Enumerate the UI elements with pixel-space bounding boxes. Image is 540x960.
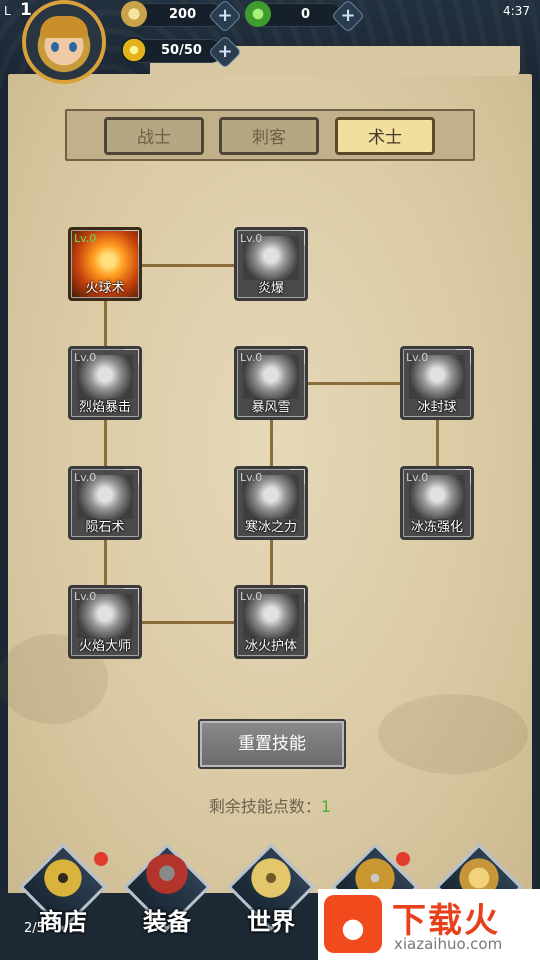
player-avatar[interactable] bbox=[22, 0, 106, 84]
page-indicator: 2/5 bbox=[24, 921, 45, 936]
skill-level: Lv.0 bbox=[240, 590, 263, 603]
coins-value: 200 bbox=[169, 7, 197, 22]
skill-frame-corner bbox=[124, 469, 139, 484]
coins-display: 200 bbox=[121, 1, 222, 27]
watermark-url: xiazaihuo.com bbox=[394, 935, 503, 953]
tab-assassin[interactable]: 刺客 bbox=[219, 117, 319, 155]
skill-frost-power[interactable]: Lv.0 寒冰之力 bbox=[234, 466, 308, 540]
skill-connector bbox=[140, 621, 236, 624]
flame-logo-icon bbox=[324, 895, 382, 953]
plus-icon: + bbox=[340, 5, 356, 27]
skill-connector bbox=[270, 540, 273, 588]
class-tab-bar: 战士 刺客 术士 bbox=[65, 109, 475, 161]
skill-name: 火焰大师 bbox=[78, 639, 131, 654]
skill-name: 陨石术 bbox=[85, 520, 125, 535]
skill-connector bbox=[104, 420, 107, 468]
lightning-icon bbox=[121, 37, 147, 63]
notification-badge bbox=[94, 852, 108, 866]
coin-bag-icon bbox=[40, 854, 86, 902]
skill-connector bbox=[104, 300, 107, 348]
helmet-icon bbox=[144, 854, 190, 902]
skill-pyroblast[interactable]: Lv.0 炎爆 bbox=[234, 227, 308, 301]
nav-label: 世界 bbox=[247, 907, 295, 936]
skill-frame-corner bbox=[456, 349, 471, 364]
jade-display: 0 bbox=[245, 1, 342, 27]
reset-skills-button[interactable]: 重置技能 bbox=[198, 719, 346, 769]
skill-connector bbox=[140, 264, 236, 267]
skill-connector bbox=[104, 540, 107, 588]
avatar-eye bbox=[51, 42, 59, 52]
nav-label: 装备 bbox=[143, 907, 191, 936]
remaining-points-label: 剩余技能点数： bbox=[208, 797, 321, 816]
notification-badge bbox=[396, 852, 410, 866]
skill-name: 冰封球 bbox=[417, 400, 457, 415]
skill-level: Lv.0 bbox=[240, 471, 263, 484]
remaining-points: 剩余技能点数：1 bbox=[0, 793, 540, 817]
skill-frost-orb[interactable]: Lv.0 冰封球 bbox=[400, 346, 474, 420]
skill-level: Lv.0 bbox=[240, 232, 263, 245]
jade-value: 0 bbox=[301, 7, 311, 22]
tab-warrior[interactable]: 战士 bbox=[104, 117, 204, 155]
skill-frame-corner bbox=[456, 469, 471, 484]
skill-level: Lv.0 bbox=[74, 232, 97, 245]
screen: L 4:37 1 200 + 0 + 50/50 + 战士 刺客 术士 Lv.0 bbox=[0, 0, 540, 960]
skill-connector bbox=[306, 382, 402, 385]
skill-level: Lv.0 bbox=[74, 351, 97, 364]
skill-fire-ice-shield[interactable]: Lv.0 冰火护体 bbox=[234, 585, 308, 659]
skill-level: Lv.0 bbox=[74, 471, 97, 484]
skill-name: 寒冰之力 bbox=[244, 520, 297, 535]
skill-blizzard[interactable]: Lv.0 暴风雪 bbox=[234, 346, 308, 420]
skill-frame-corner bbox=[124, 588, 139, 603]
nav-world[interactable]: 世界 bbox=[227, 843, 315, 942]
skill-name: 冰火护体 bbox=[244, 639, 297, 654]
skill-fireball[interactable]: Lv.0 火球术 bbox=[68, 227, 142, 301]
skill-name: 暴风雪 bbox=[251, 400, 291, 415]
skill-level: Lv.0 bbox=[74, 590, 97, 603]
coin-icon bbox=[121, 1, 147, 27]
map-scroll-icon bbox=[248, 854, 294, 902]
skill-connector bbox=[436, 420, 439, 468]
energy-value: 50/50 bbox=[161, 43, 202, 58]
skill-freeze-boost[interactable]: Lv.0 冰冻强化 bbox=[400, 466, 474, 540]
skill-frame-corner bbox=[290, 588, 305, 603]
skill-name: 烈焰暴击 bbox=[78, 400, 131, 415]
skill-meteor[interactable]: Lv.0 陨石术 bbox=[68, 466, 142, 540]
status-time: 4:37 bbox=[503, 4, 530, 18]
avatar-helmet bbox=[40, 16, 88, 38]
skill-level: Lv.0 bbox=[406, 471, 429, 484]
status-indicator: L bbox=[4, 4, 11, 18]
skill-fire-master[interactable]: Lv.0 火焰大师 bbox=[68, 585, 142, 659]
tab-warlock[interactable]: 术士 bbox=[335, 117, 435, 155]
skill-frame-corner bbox=[290, 349, 305, 364]
avatar-eye bbox=[69, 42, 77, 52]
skill-name: 炎爆 bbox=[257, 281, 284, 296]
skill-frame-corner bbox=[124, 230, 139, 245]
player-level: 1 bbox=[20, 0, 32, 20]
skill-frame-corner bbox=[290, 469, 305, 484]
skill-name: 火球术 bbox=[85, 281, 125, 296]
skill-connector bbox=[270, 420, 273, 468]
ink-stain bbox=[378, 694, 528, 774]
plus-icon: + bbox=[217, 41, 233, 62]
skill-level: Lv.0 bbox=[406, 351, 429, 364]
nav-equipment[interactable]: 装备 bbox=[123, 843, 211, 942]
watermark: 下载火 xiazaihuo.com bbox=[318, 889, 540, 960]
skill-frame-corner bbox=[290, 230, 305, 245]
energy-display: 50/50 bbox=[121, 37, 222, 63]
jade-icon bbox=[245, 1, 271, 27]
skill-flame-crit[interactable]: Lv.0 烈焰暴击 bbox=[68, 346, 142, 420]
remaining-points-value: 1 bbox=[320, 797, 332, 816]
skill-level: Lv.0 bbox=[240, 351, 263, 364]
plus-icon: + bbox=[217, 5, 233, 27]
skill-frame-corner bbox=[124, 349, 139, 364]
skill-name: 冰冻强化 bbox=[410, 520, 463, 535]
